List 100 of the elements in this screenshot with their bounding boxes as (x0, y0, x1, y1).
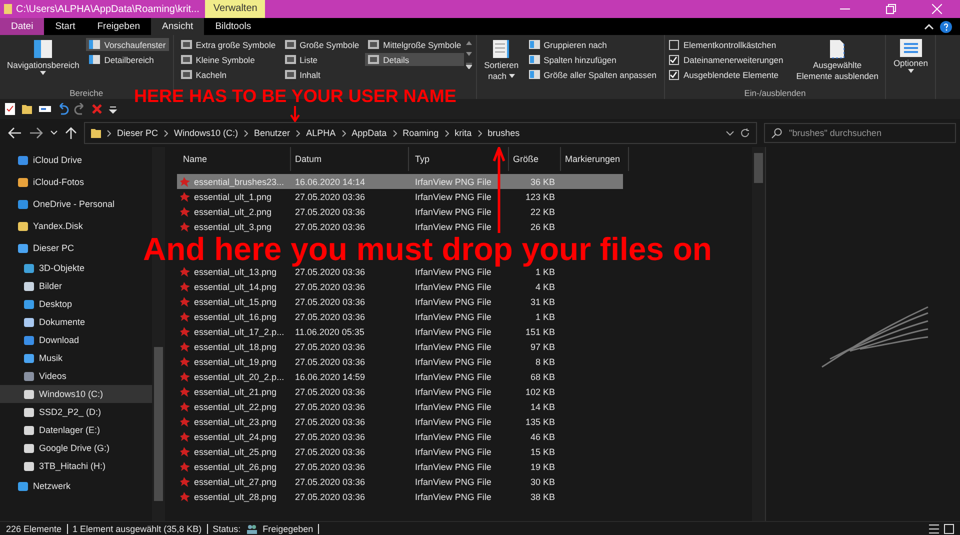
ribbon-tab[interactable]: Datei (0, 18, 44, 35)
column-header[interactable]: Name (179, 147, 291, 171)
expand-gallery-icon[interactable] (466, 63, 472, 69)
column-header[interactable]: Datum (291, 147, 409, 171)
view-option[interactable]: Größe aller Spalten anpassen (526, 68, 660, 81)
breadcrumb-item[interactable]: Dieser PC (117, 128, 158, 138)
up-icon[interactable] (65, 127, 77, 139)
breadcrumb-item[interactable]: ALPHA (306, 128, 336, 138)
delete-icon[interactable] (91, 103, 103, 115)
file-row[interactable]: essential_ult_21.png 27.05.2020 03:36 IrfanView PNG File 102 KB (177, 384, 623, 399)
sidebar-item[interactable]: Videos (0, 367, 152, 385)
file-row[interactable]: essential_ult_16.png 27.05.2020 03:36 IrfanView PNG File 1 KB (177, 309, 623, 324)
breadcrumb-item[interactable]: AppData (352, 128, 387, 138)
sidebar-item[interactable]: 3TB_Hitachi (H:) (0, 457, 152, 475)
file-icon (179, 386, 190, 397)
breadcrumb-item[interactable]: brushes (488, 128, 520, 138)
scrollbar[interactable] (752, 147, 765, 521)
breadcrumb-item[interactable]: Windows10 (C:) (174, 128, 238, 138)
layout-option[interactable]: Liste (282, 53, 362, 66)
file-row[interactable]: essential_ult_1.png 27.05.2020 03:36 IrfanView PNG File 123 KB (177, 189, 623, 204)
table-cell: 27.05.2020 03:36 (295, 416, 366, 426)
view-option[interactable]: Spalten hinzufügen (526, 53, 660, 66)
sidebar-item[interactable]: Datenlager (E:) (0, 421, 152, 439)
file-row[interactable]: essential_ult_2.png 27.05.2020 03:36 IrfanView PNG File 22 KB (177, 204, 623, 219)
sidebar-item[interactable]: SSD2_P2_ (D:) (0, 403, 152, 421)
checkbox[interactable] (668, 40, 678, 50)
file-row[interactable]: essential_ult_15.png 27.05.2020 03:36 IrfanView PNG File 31 KB (177, 294, 623, 309)
options-button[interactable]: Optionen (890, 38, 931, 74)
sidebar-item[interactable]: Netzwerk (0, 475, 152, 497)
file-row[interactable]: essential_ult_18.png 27.05.2020 03:36 IrfanView PNG File 97 KB (177, 339, 623, 354)
back-icon[interactable] (8, 127, 22, 139)
pane-toggle-button[interactable]: Vorschaufenster (86, 38, 169, 51)
layout-option[interactable]: Extra große Symbole (178, 38, 279, 51)
sort-button[interactable]: Sortieren nach (481, 38, 522, 99)
ribbon-tab[interactable]: Ansicht (151, 18, 204, 35)
checkbox-option[interactable]: Ausgeblendete Elemente (668, 68, 784, 81)
refresh-icon[interactable] (740, 128, 750, 138)
file-row[interactable]: essential_ult_20_2.p... 16.06.2020 14:59 IrfanView PNG File 68 KB (177, 369, 623, 384)
file-row[interactable]: essential_ult_3.png 27.05.2020 03:36 IrfanView PNG File 26 KB (177, 219, 623, 234)
help-icon[interactable] (940, 20, 952, 32)
undo-icon[interactable] (57, 103, 69, 115)
column-header[interactable]: Typ (409, 147, 509, 171)
dropdown-icon[interactable] (726, 130, 734, 136)
layout-option[interactable]: Kacheln (178, 68, 279, 81)
sidebar-item[interactable]: Dokumente (0, 313, 152, 331)
hide-selected-button[interactable]: Ausgewählte Elemente ausblenden (793, 38, 882, 88)
sidebar-item[interactable]: Download (0, 331, 152, 349)
layout-option[interactable]: Kleine Symbole (178, 53, 279, 66)
search-field[interactable]: "brushes" durchsuchen (764, 123, 956, 143)
address-bar[interactable]: Dieser PC Windows10 (C:) Benutzer ALPHA AppData Roaming krita brushes (84, 122, 757, 144)
pane-toggle-button[interactable]: Detailbereich (86, 53, 169, 66)
column-header[interactable]: Größe (509, 147, 561, 171)
layout-option[interactable]: Inhalt (282, 68, 362, 81)
breadcrumb-item[interactable]: krita (454, 128, 472, 138)
forward-icon[interactable] (29, 127, 43, 139)
file-row[interactable]: essential_ult_22.png 27.05.2020 03:36 IrfanView PNG File 14 KB (177, 399, 623, 414)
ribbon-tab[interactable]: Bildtools (204, 18, 262, 35)
file-row[interactable]: essential_ult_23.png 27.05.2020 03:36 IrfanView PNG File 135 KB (177, 414, 623, 429)
ribbon-tab[interactable]: Freigeben (86, 18, 152, 35)
rename-icon[interactable] (38, 103, 52, 115)
file-row[interactable]: essential_ult_28.png 27.05.2020 03:36 IrfanView PNG File 38 KB (177, 489, 623, 504)
details-view-icon[interactable] (929, 524, 939, 534)
layout-option[interactable]: Mittelgroße Symbole (365, 38, 464, 51)
navigation-pane-button[interactable]: Navigationsbereich (4, 38, 82, 88)
sidebar-item[interactable]: Windows10 (C:) (0, 385, 152, 403)
checkbox[interactable] (668, 54, 678, 64)
checkbox[interactable] (668, 70, 678, 80)
properties-icon[interactable] (4, 103, 16, 115)
customize-icon[interactable] (108, 104, 118, 114)
file-row[interactable]: essential_ult_26.png 27.05.2020 03:36 IrfanView PNG File 19 KB (177, 459, 623, 474)
breadcrumb-item[interactable]: Benutzer (254, 128, 290, 138)
large-icons-view-icon[interactable] (944, 524, 954, 534)
ribbon-tab[interactable]: Start (44, 18, 86, 35)
sidebar-item[interactable]: Yandex.Disk (0, 215, 152, 237)
sidebar-item[interactable]: iCloud Drive (0, 149, 152, 171)
checkbox-option[interactable]: Dateinamenerweiterungen (668, 53, 784, 66)
breadcrumb-item[interactable]: Roaming (402, 128, 439, 138)
file-row[interactable]: essential_ult_27.png 27.05.2020 03:36 IrfanView PNG File 30 KB (177, 474, 623, 489)
sidebar-item[interactable]: Bilder (0, 277, 152, 295)
sidebar-item[interactable]: OneDrive - Personal (0, 193, 152, 215)
checkbox-option[interactable]: Elementkontrollkästchen (668, 38, 784, 51)
sidebar-item[interactable]: Google Drive (G:) (0, 439, 152, 457)
file-row[interactable]: essential_brushes23... 16.06.2020 14:14 IrfanView PNG File 36 KB (177, 174, 623, 189)
file-row[interactable]: essential_ult_24.png 27.05.2020 03:36 IrfanView PNG File 46 KB (177, 429, 623, 444)
scroll-down-icon[interactable] (466, 52, 472, 56)
sidebar-item[interactable]: Musik (0, 349, 152, 367)
layout-option[interactable]: Details (365, 53, 464, 66)
scroll-up-icon[interactable] (466, 41, 472, 45)
file-row[interactable]: essential_ult_14.png 27.05.2020 03:36 IrfanView PNG File 4 KB (177, 279, 623, 294)
sidebar-item[interactable]: iCloud-Fotos (0, 171, 152, 193)
sidebar-item[interactable]: Desktop (0, 295, 152, 313)
view-option[interactable]: Gruppieren nach (526, 38, 660, 51)
sidebar-item[interactable]: 3D-Objekte (0, 259, 152, 277)
layout-option[interactable]: Große Symbole (282, 38, 362, 51)
redo-icon[interactable] (74, 103, 86, 115)
file-row[interactable]: essential_ult_25.png 27.05.2020 03:36 IrfanView PNG File 15 KB (177, 444, 623, 459)
column-header[interactable]: Markierungen (561, 147, 629, 171)
file-row[interactable]: essential_ult_17_2.p... 11.06.2020 05:35 IrfanView PNG File 151 KB (177, 324, 623, 339)
file-row[interactable]: essential_ult_19.png 27.05.2020 03:36 IrfanView PNG File 8 KB (177, 354, 623, 369)
collapse-ribbon-icon[interactable] (924, 22, 934, 30)
